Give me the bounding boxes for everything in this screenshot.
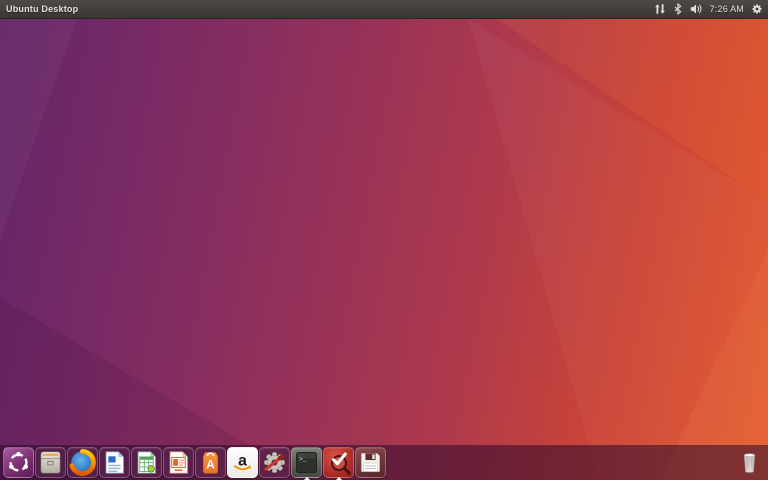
session-gear-icon[interactable]	[751, 2, 763, 16]
bluetooth-icon[interactable]	[673, 2, 683, 16]
ubuntu-software-icon: A	[197, 449, 224, 476]
libreoffice-writer-icon	[101, 449, 128, 476]
launcher-item-check-magnifier[interactable]	[323, 447, 354, 480]
launcher-item-libreoffice-calc[interactable]	[131, 447, 162, 478]
svg-text:a: a	[238, 452, 247, 469]
libreoffice-calc-icon	[133, 449, 160, 476]
top-panel: Ubuntu Desktop 7:26 AM	[0, 0, 768, 19]
launcher-item-ubuntu-software[interactable]: A	[195, 447, 226, 478]
wallpaper-facet	[0, 19, 77, 240]
wallpaper-facet	[0, 297, 308, 480]
floppy-disk-icon	[357, 449, 384, 476]
launcher-bar: Aa >_	[0, 445, 768, 480]
launcher-item-libreoffice-writer[interactable]	[99, 447, 130, 478]
launcher-item-system-settings[interactable]	[259, 447, 290, 478]
wallpaper-facet	[468, 0, 768, 202]
trash-icon	[736, 449, 763, 476]
launcher-item-trash[interactable]	[734, 447, 765, 478]
amazon-icon: a	[229, 449, 256, 476]
desktop-wallpaper	[0, 0, 768, 480]
dash-home-icon	[5, 449, 32, 476]
wallpaper-facet	[660, 249, 768, 480]
active-app-title: Ubuntu Desktop	[6, 4, 79, 14]
system-tray: 7:26 AM	[652, 2, 768, 16]
network-activity-icon[interactable]	[652, 2, 666, 16]
volume-icon[interactable]	[690, 2, 703, 16]
firefox-icon	[69, 449, 96, 476]
launcher-item-files[interactable]	[35, 447, 66, 478]
wallpaper-facet	[468, 19, 768, 480]
libreoffice-impress-icon	[165, 449, 192, 476]
terminal-icon: >_	[293, 449, 320, 476]
files-icon	[37, 449, 64, 476]
clock[interactable]: 7:26 AM	[710, 4, 744, 14]
ubuntu-desktop-screen: Ubuntu Desktop 7:26 AM Aa >_	[0, 0, 768, 480]
launcher-item-amazon[interactable]: a	[227, 447, 258, 478]
svg-text:>_: >_	[299, 456, 308, 464]
launcher-item-dash-home[interactable]	[3, 447, 34, 478]
system-settings-icon	[261, 449, 288, 476]
launcher-item-firefox[interactable]	[67, 447, 98, 478]
svg-text:A: A	[206, 458, 215, 472]
check-magnifier-icon	[325, 449, 352, 476]
launcher-item-libreoffice-impress[interactable]	[163, 447, 194, 478]
launcher-item-terminal[interactable]: >_	[291, 447, 322, 480]
launcher-item-floppy-disk[interactable]	[355, 447, 386, 478]
